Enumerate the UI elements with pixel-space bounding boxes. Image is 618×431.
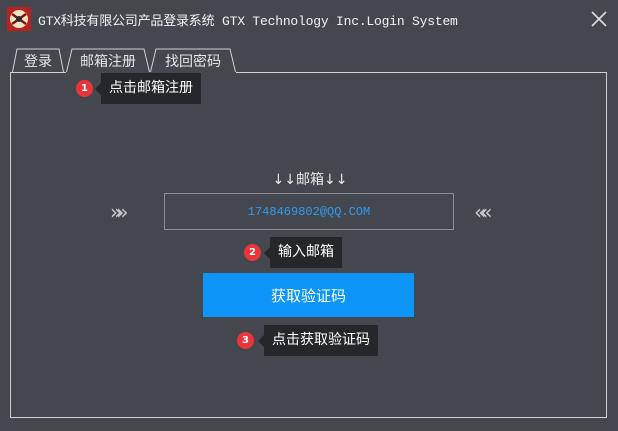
tab-email-register[interactable]: 邮箱注册 (66, 48, 150, 72)
tab-recover-password[interactable]: 找回密码 (150, 48, 236, 72)
tooltip-step-1: 点击邮箱注册 (95, 73, 201, 104)
right-chevrons-icon: «« (474, 200, 493, 224)
step-badge-1: 1 (76, 80, 93, 97)
tooltip-step-3: 点击获取验证码 (258, 325, 378, 356)
email-input[interactable] (164, 193, 454, 230)
window-title: GTX科技有限公司产品登录系统 GTX Technology Inc.Login… (38, 14, 458, 29)
tooltip-step-2: 输入邮箱 (264, 237, 342, 268)
close-icon[interactable] (585, 5, 613, 33)
tab-login[interactable]: 登录 (12, 48, 64, 72)
email-label: ↓↓邮箱↓↓ (272, 172, 348, 188)
left-chevrons-icon: »» (110, 200, 129, 224)
title-bar: GTX科技有限公司产品登录系统 GTX Technology Inc.Login… (0, 0, 618, 38)
get-verification-code-button[interactable]: 获取验证码 (203, 273, 414, 317)
tab-login-label: 登录 (24, 54, 52, 70)
tab-email-register-label: 邮箱注册 (80, 54, 136, 70)
tab-recover-password-label: 找回密码 (165, 54, 221, 70)
step-badge-2: 2 (244, 244, 261, 261)
step-badge-3: 3 (237, 332, 254, 349)
app-logo-icon (7, 7, 31, 31)
